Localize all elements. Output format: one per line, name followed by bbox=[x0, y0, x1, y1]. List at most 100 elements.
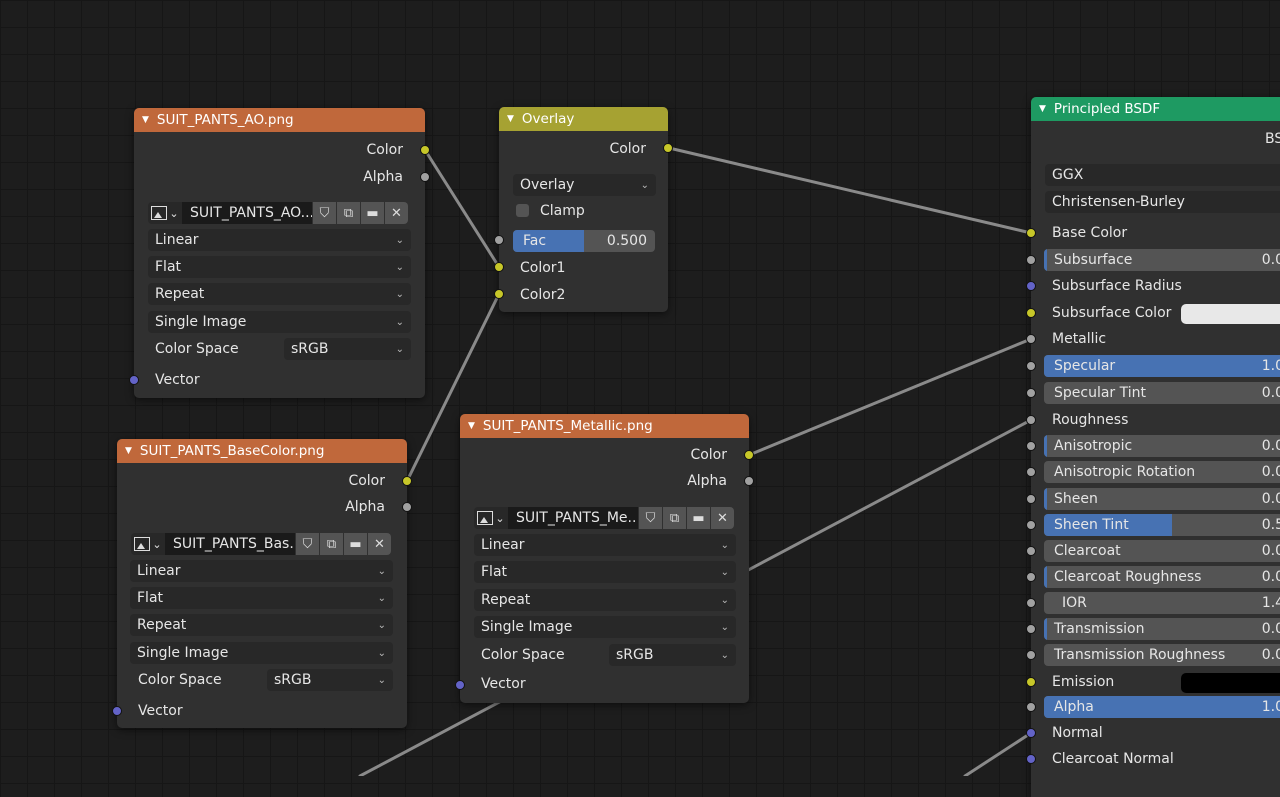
collapse-arrow-icon[interactable]: ▼ bbox=[507, 114, 514, 124]
close-icon[interactable]: ✕ bbox=[385, 202, 408, 224]
image-texture-node-metallic[interactable]: ▼ SUIT_PANTS_Metallic.png Color Alpha ⌄ … bbox=[455, 414, 754, 703]
transmission-slider[interactable]: Transmission 0.0 bbox=[1044, 618, 1280, 640]
image-texture-node-ao[interactable]: ▼ SUIT_PANTS_AO.png Color Alpha ⌄ SUIT_P… bbox=[129, 108, 430, 398]
input-socket-normal[interactable] bbox=[1026, 728, 1036, 738]
clamp-checkbox[interactable] bbox=[516, 204, 529, 217]
interpolation-dropdown[interactable]: Linear ⌄ bbox=[474, 534, 736, 556]
extension-dropdown[interactable]: Repeat ⌄ bbox=[148, 283, 411, 305]
input-socket-clearcoat[interactable] bbox=[1026, 546, 1036, 556]
image-name-field[interactable]: SUIT_PANTS_Bas... bbox=[165, 533, 295, 555]
image-name-field[interactable]: SUIT_PANTS_Me... bbox=[508, 507, 638, 529]
input-socket-color1[interactable] bbox=[494, 262, 504, 272]
node-header[interactable]: ▼ SUIT_PANTS_BaseColor.png bbox=[117, 439, 407, 463]
specular-tint-slider[interactable]: Specular Tint 0.0 bbox=[1044, 382, 1280, 404]
alpha-slider[interactable]: Alpha 1.0 bbox=[1044, 696, 1280, 718]
input-socket-ior[interactable] bbox=[1026, 598, 1036, 608]
color-space-dropdown[interactable]: sRGB ⌄ bbox=[267, 669, 393, 691]
input-socket-clearcoat-normal[interactable] bbox=[1026, 754, 1036, 764]
anisotropic-rotation-slider[interactable]: Anisotropic Rotation 0.0 bbox=[1044, 461, 1280, 483]
collapse-arrow-icon[interactable]: ▼ bbox=[1039, 104, 1046, 114]
image-browse-button[interactable]: ⌄ bbox=[148, 202, 182, 224]
mix-rgb-node-overlay[interactable]: ▼ Overlay Color Overlay ⌄ Clamp Fac 0.500… bbox=[494, 107, 673, 312]
image-selector[interactable]: ⌄ SUIT_PANTS_AO... ⛉ ⧉ ▬ ✕ bbox=[148, 201, 408, 225]
input-socket-transmission-roughness[interactable] bbox=[1026, 650, 1036, 660]
sheen-slider[interactable]: Sheen 0.0 bbox=[1044, 488, 1280, 510]
input-socket-subsurface-color[interactable] bbox=[1026, 308, 1036, 318]
extension-dropdown[interactable]: Repeat ⌄ bbox=[474, 589, 736, 611]
subsurface-method-dropdown[interactable]: Christensen-Burley bbox=[1045, 191, 1280, 213]
output-socket-color[interactable] bbox=[744, 450, 754, 460]
emission-color-swatch[interactable] bbox=[1181, 673, 1280, 693]
node-header[interactable]: ▼ SUIT_PANTS_AO.png bbox=[134, 108, 425, 132]
clearcoat-roughness-slider[interactable]: Clearcoat Roughness 0.0 bbox=[1044, 566, 1280, 588]
duplicate-image-icon[interactable]: ⧉ bbox=[337, 202, 360, 224]
input-socket-alpha[interactable] bbox=[1026, 702, 1036, 712]
duplicate-image-icon[interactable]: ⧉ bbox=[663, 507, 686, 529]
input-socket-specular-tint[interactable] bbox=[1026, 388, 1036, 398]
principled-bsdf-node[interactable]: ▼ Principled BSDF BS GGX Christensen-Bur… bbox=[1026, 97, 1280, 797]
input-socket-specular[interactable] bbox=[1026, 361, 1036, 371]
fake-user-shield-icon[interactable]: ⛉ bbox=[639, 507, 662, 529]
image-texture-node-basecolor[interactable]: ▼ SUIT_PANTS_BaseColor.png Color Alpha ⌄… bbox=[112, 439, 412, 728]
subsurface-slider[interactable]: Subsurface 0.0 bbox=[1044, 249, 1280, 271]
image-selector[interactable]: ⌄ SUIT_PANTS_Me... ⛉ ⧉ ▬ ✕ bbox=[474, 506, 734, 530]
collapse-arrow-icon[interactable]: ▼ bbox=[142, 115, 149, 125]
ior-slider[interactable]: IOR 1.45 bbox=[1044, 592, 1280, 614]
output-socket-alpha[interactable] bbox=[744, 476, 754, 486]
input-socket-transmission[interactable] bbox=[1026, 624, 1036, 634]
output-socket-alpha[interactable] bbox=[402, 502, 412, 512]
input-socket-roughness[interactable] bbox=[1026, 415, 1036, 425]
clearcoat-slider[interactable]: Clearcoat 0.0 bbox=[1044, 540, 1280, 562]
input-socket-emission[interactable] bbox=[1026, 677, 1036, 687]
input-socket-vector[interactable] bbox=[112, 706, 122, 716]
node-header[interactable]: ▼ Overlay bbox=[499, 107, 668, 131]
input-socket-sheen-tint[interactable] bbox=[1026, 520, 1036, 530]
input-socket-subsurface[interactable] bbox=[1026, 255, 1036, 265]
input-socket-vector[interactable] bbox=[129, 375, 139, 385]
collapse-arrow-icon[interactable]: ▼ bbox=[125, 446, 132, 456]
distribution-dropdown[interactable]: GGX bbox=[1045, 164, 1280, 186]
fac-slider[interactable]: Fac 0.500 bbox=[513, 230, 655, 252]
interpolation-dropdown[interactable]: Linear ⌄ bbox=[148, 229, 411, 251]
open-folder-icon[interactable]: ▬ bbox=[361, 202, 384, 224]
open-folder-icon[interactable]: ▬ bbox=[687, 507, 710, 529]
blend-mode-dropdown[interactable]: Overlay ⌄ bbox=[513, 174, 656, 196]
color-space-dropdown[interactable]: sRGB ⌄ bbox=[609, 644, 736, 666]
node-header[interactable]: ▼ SUIT_PANTS_Metallic.png bbox=[460, 414, 749, 438]
input-socket-fac[interactable] bbox=[494, 235, 504, 245]
open-folder-icon[interactable]: ▬ bbox=[344, 533, 367, 555]
close-icon[interactable]: ✕ bbox=[711, 507, 734, 529]
projection-dropdown[interactable]: Flat ⌄ bbox=[474, 561, 736, 583]
output-socket-color[interactable] bbox=[420, 145, 430, 155]
duplicate-image-icon[interactable]: ⧉ bbox=[320, 533, 343, 555]
input-socket-subsurface-radius[interactable] bbox=[1026, 281, 1036, 291]
projection-dropdown[interactable]: Flat ⌄ bbox=[130, 587, 393, 609]
image-browse-button[interactable]: ⌄ bbox=[474, 507, 508, 529]
output-socket-color[interactable] bbox=[663, 143, 673, 153]
close-icon[interactable]: ✕ bbox=[368, 533, 391, 555]
input-socket-base-color[interactable] bbox=[1026, 228, 1036, 238]
input-socket-vector[interactable] bbox=[455, 680, 465, 690]
output-socket-color[interactable] bbox=[402, 476, 412, 486]
color-space-dropdown[interactable]: sRGB ⌄ bbox=[284, 338, 411, 360]
source-dropdown[interactable]: Single Image ⌄ bbox=[130, 642, 393, 664]
projection-dropdown[interactable]: Flat ⌄ bbox=[148, 256, 411, 278]
transmission-roughness-slider[interactable]: Transmission Roughness 0.0 bbox=[1044, 644, 1280, 666]
fake-user-shield-icon[interactable]: ⛉ bbox=[313, 202, 336, 224]
input-socket-anisotropic[interactable] bbox=[1026, 441, 1036, 451]
node-header[interactable]: ▼ Principled BSDF bbox=[1031, 97, 1280, 121]
anisotropic-slider[interactable]: Anisotropic 0.0 bbox=[1044, 435, 1280, 457]
specular-slider[interactable]: Specular 1.0 bbox=[1044, 355, 1280, 377]
sheen-tint-slider[interactable]: Sheen Tint 0.5 bbox=[1044, 514, 1280, 536]
input-socket-metallic[interactable] bbox=[1026, 334, 1036, 344]
image-name-field[interactable]: SUIT_PANTS_AO... bbox=[182, 202, 312, 224]
input-socket-color2[interactable] bbox=[494, 289, 504, 299]
interpolation-dropdown[interactable]: Linear ⌄ bbox=[130, 560, 393, 582]
fake-user-shield-icon[interactable]: ⛉ bbox=[296, 533, 319, 555]
collapse-arrow-icon[interactable]: ▼ bbox=[468, 421, 475, 431]
source-dropdown[interactable]: Single Image ⌄ bbox=[474, 616, 736, 638]
image-browse-button[interactable]: ⌄ bbox=[131, 533, 165, 555]
source-dropdown[interactable]: Single Image ⌄ bbox=[148, 311, 411, 333]
subsurface-color-swatch[interactable] bbox=[1181, 304, 1280, 324]
extension-dropdown[interactable]: Repeat ⌄ bbox=[130, 614, 393, 636]
